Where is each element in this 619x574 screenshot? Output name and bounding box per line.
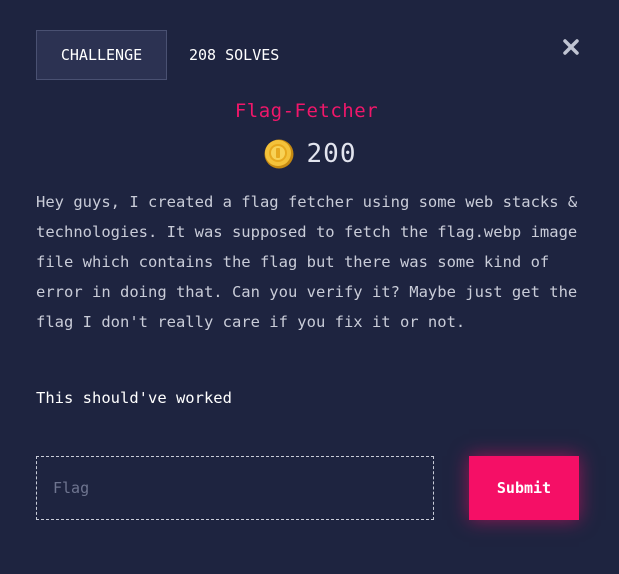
tab-solves-label: 208 SOLVES	[189, 46, 280, 64]
coin-icon	[264, 139, 294, 169]
points-value: 200	[306, 139, 357, 169]
challenge-points: 200	[0, 138, 619, 170]
tab-challenge[interactable]: CHALLENGE	[36, 30, 167, 80]
tab-challenge-label: CHALLENGE	[60, 46, 143, 64]
close-button[interactable]	[558, 34, 584, 60]
flag-input[interactable]	[36, 456, 434, 520]
close-icon	[563, 39, 579, 55]
tab-solves[interactable]: 208 SOLVES	[189, 30, 279, 80]
challenge-note: This should've worked	[36, 389, 232, 407]
challenge-title: Flag-Fetcher	[234, 100, 379, 122]
submit-button[interactable]: Submit	[469, 456, 579, 520]
challenge-description: Hey guys, I created a flag fetcher using…	[36, 193, 578, 331]
